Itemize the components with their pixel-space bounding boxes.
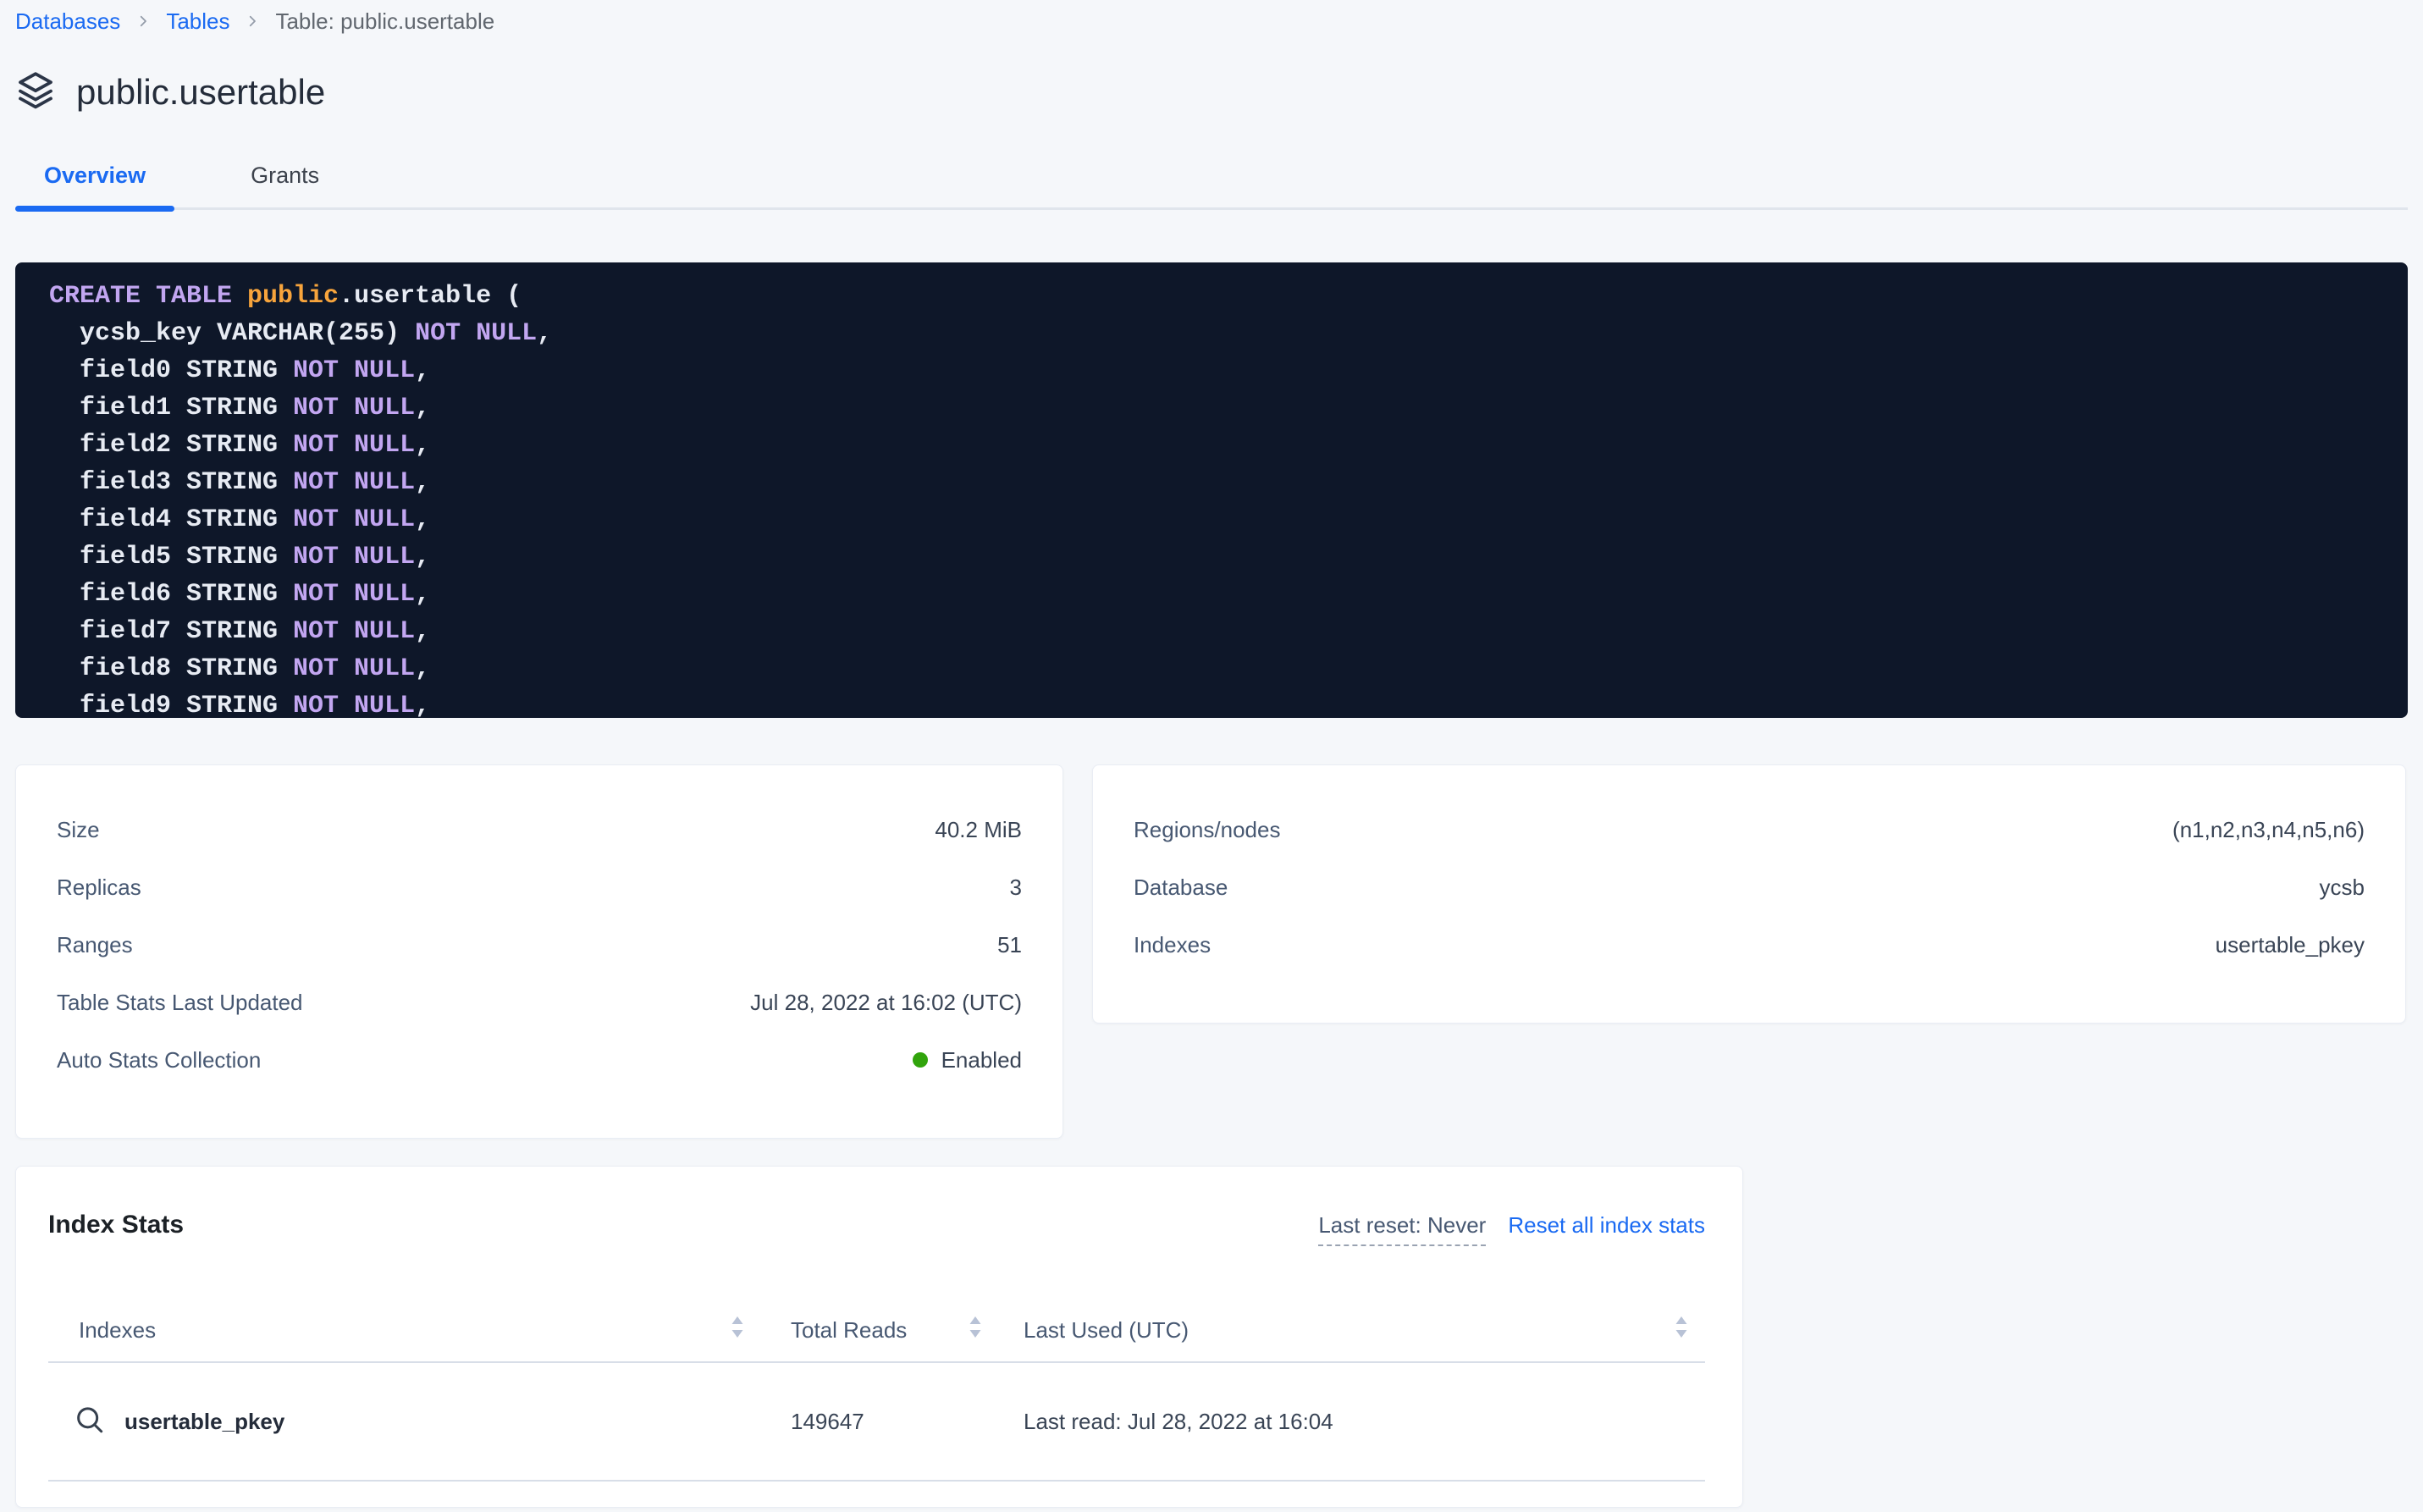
- tab-grants[interactable]: Grants: [222, 160, 348, 207]
- stat-label: Database: [1134, 875, 1228, 901]
- stat-value: 3: [1010, 875, 1022, 901]
- last-reset-label: Last reset: Never: [1318, 1212, 1486, 1246]
- stat-value: usertable_pkey: [2216, 932, 2365, 958]
- index-stats-title: Index Stats: [48, 1209, 184, 1241]
- stat-value: Enabled: [913, 1047, 1022, 1073]
- status-dot-icon: [913, 1052, 928, 1068]
- sql-code-line: ycsb_key VARCHAR(255) NOT NULL,: [49, 315, 2408, 352]
- column-label: Total Reads: [791, 1317, 907, 1344]
- tab-overview[interactable]: Overview: [15, 160, 174, 207]
- stat-label: Auto Stats Collection: [57, 1047, 261, 1073]
- stat-row: Replicas 3: [57, 858, 1022, 916]
- chevron-right-icon: [135, 14, 151, 29]
- sql-code-line: field1 STRING NOT NULL,: [49, 389, 2408, 427]
- stat-row: Database ycsb: [1134, 858, 2365, 916]
- index-stats-actions: Last reset: Never Reset all index stats: [1318, 1212, 1705, 1246]
- total-reads-value: 149647: [763, 1409, 996, 1435]
- stat-value: 51: [997, 932, 1022, 958]
- sql-code: CREATE TABLE public.usertable ( ycsb_key…: [49, 278, 2408, 718]
- index-table-body: usertable_pkey 149647Last read: Jul 28, 2…: [48, 1363, 1705, 1482]
- stat-label: Table Stats Last Updated: [57, 990, 303, 1016]
- sort-icon[interactable]: [731, 1316, 744, 1344]
- index-table-header: Indexes Total Reads Last Used (UTC): [48, 1299, 1705, 1363]
- index-stats-card: Index Stats Last reset: Never Reset all …: [15, 1166, 1743, 1508]
- sql-code-line: field6 STRING NOT NULL,: [49, 576, 2408, 613]
- table-stats-card: Size 40.2 MiB Replicas 3 Ranges 51 Table Stats…: [15, 764, 1063, 1139]
- tab-bar: Overview Grants: [15, 160, 2408, 210]
- sql-code-line: CREATE TABLE public.usertable (: [49, 278, 2408, 315]
- table-detail-page: Databases Tables Table: public.usertable…: [0, 0, 2423, 1508]
- stat-label: Regions/nodes: [1134, 817, 1280, 843]
- column-header-last-used[interactable]: Last Used (UTC): [996, 1316, 1707, 1344]
- stat-label: Size: [57, 817, 100, 843]
- stat-row: Indexes usertable_pkey: [1134, 916, 2365, 974]
- breadcrumb-current: Table: public.usertable: [275, 7, 494, 36]
- breadcrumb-link-tables[interactable]: Tables: [166, 7, 229, 36]
- table-stack-icon: [15, 69, 56, 114]
- breadcrumb: Databases Tables Table: public.usertable: [15, 7, 2408, 36]
- stat-row: Size 40.2 MiB: [57, 801, 1022, 858]
- table-meta-card: Regions/nodes (n1,n2,n3,n4,n5,n6) Database…: [1092, 764, 2406, 1024]
- chevron-right-icon: [245, 14, 260, 29]
- reset-index-stats-link[interactable]: Reset all index stats: [1508, 1212, 1705, 1239]
- stat-label: Ranges: [57, 932, 133, 958]
- sql-code-line: field8 STRING NOT NULL,: [49, 650, 2408, 687]
- index-stats-header: Index Stats Last reset: Never Reset all …: [48, 1209, 1705, 1246]
- stat-label: Indexes: [1134, 932, 1211, 958]
- breadcrumb-link-databases[interactable]: Databases: [15, 7, 120, 36]
- sql-code-line: field4 STRING NOT NULL,: [49, 501, 2408, 538]
- stat-label: Replicas: [57, 875, 141, 901]
- column-label: Indexes: [79, 1317, 156, 1344]
- sql-code-line: field9 STRING NOT NULL,: [49, 687, 2408, 718]
- stat-value: ycsb: [2320, 875, 2365, 901]
- sort-icon[interactable]: [1675, 1316, 1688, 1344]
- column-header-total-reads[interactable]: Total Reads: [763, 1316, 996, 1344]
- index-name-link[interactable]: usertable_pkey: [124, 1409, 284, 1435]
- stat-row: Regions/nodes (n1,n2,n3,n4,n5,n6): [1134, 801, 2365, 858]
- index-table-row: usertable_pkey 149647Last read: Jul 28, 2…: [48, 1363, 1705, 1482]
- create-statement-box: CREATE TABLE public.usertable ( ycsb_key…: [15, 262, 2408, 718]
- stat-value: 40.2 MiB: [935, 817, 1022, 843]
- page-title: public.usertable: [76, 70, 325, 114]
- column-label: Last Used (UTC): [1024, 1317, 1189, 1344]
- title-row: public.usertable: [15, 69, 2408, 114]
- index-name-cell: usertable_pkey: [48, 1404, 763, 1438]
- sql-code-line: field5 STRING NOT NULL,: [49, 538, 2408, 576]
- stat-row: Ranges 51: [57, 916, 1022, 974]
- last-used-value: Last read: Jul 28, 2022 at 16:04: [996, 1409, 1707, 1435]
- sql-code-line: field0 STRING NOT NULL,: [49, 352, 2408, 389]
- sql-code-line: field7 STRING NOT NULL,: [49, 613, 2408, 650]
- sql-code-line: field3 STRING NOT NULL,: [49, 464, 2408, 501]
- stat-value: Jul 28, 2022 at 16:02 (UTC): [750, 990, 1022, 1016]
- stat-value: (n1,n2,n3,n4,n5,n6): [2172, 817, 2365, 843]
- stat-row: Table Stats Last Updated Jul 28, 2022 at …: [57, 974, 1022, 1031]
- stat-cards-row: Size 40.2 MiB Replicas 3 Ranges 51 Table Stats…: [15, 764, 2408, 1139]
- sql-code-line: field2 STRING NOT NULL,: [49, 427, 2408, 464]
- search-icon: [74, 1404, 108, 1438]
- sort-icon[interactable]: [969, 1316, 982, 1344]
- column-header-indexes[interactable]: Indexes: [48, 1316, 763, 1344]
- stat-row: Auto Stats Collection Enabled: [57, 1031, 1022, 1089]
